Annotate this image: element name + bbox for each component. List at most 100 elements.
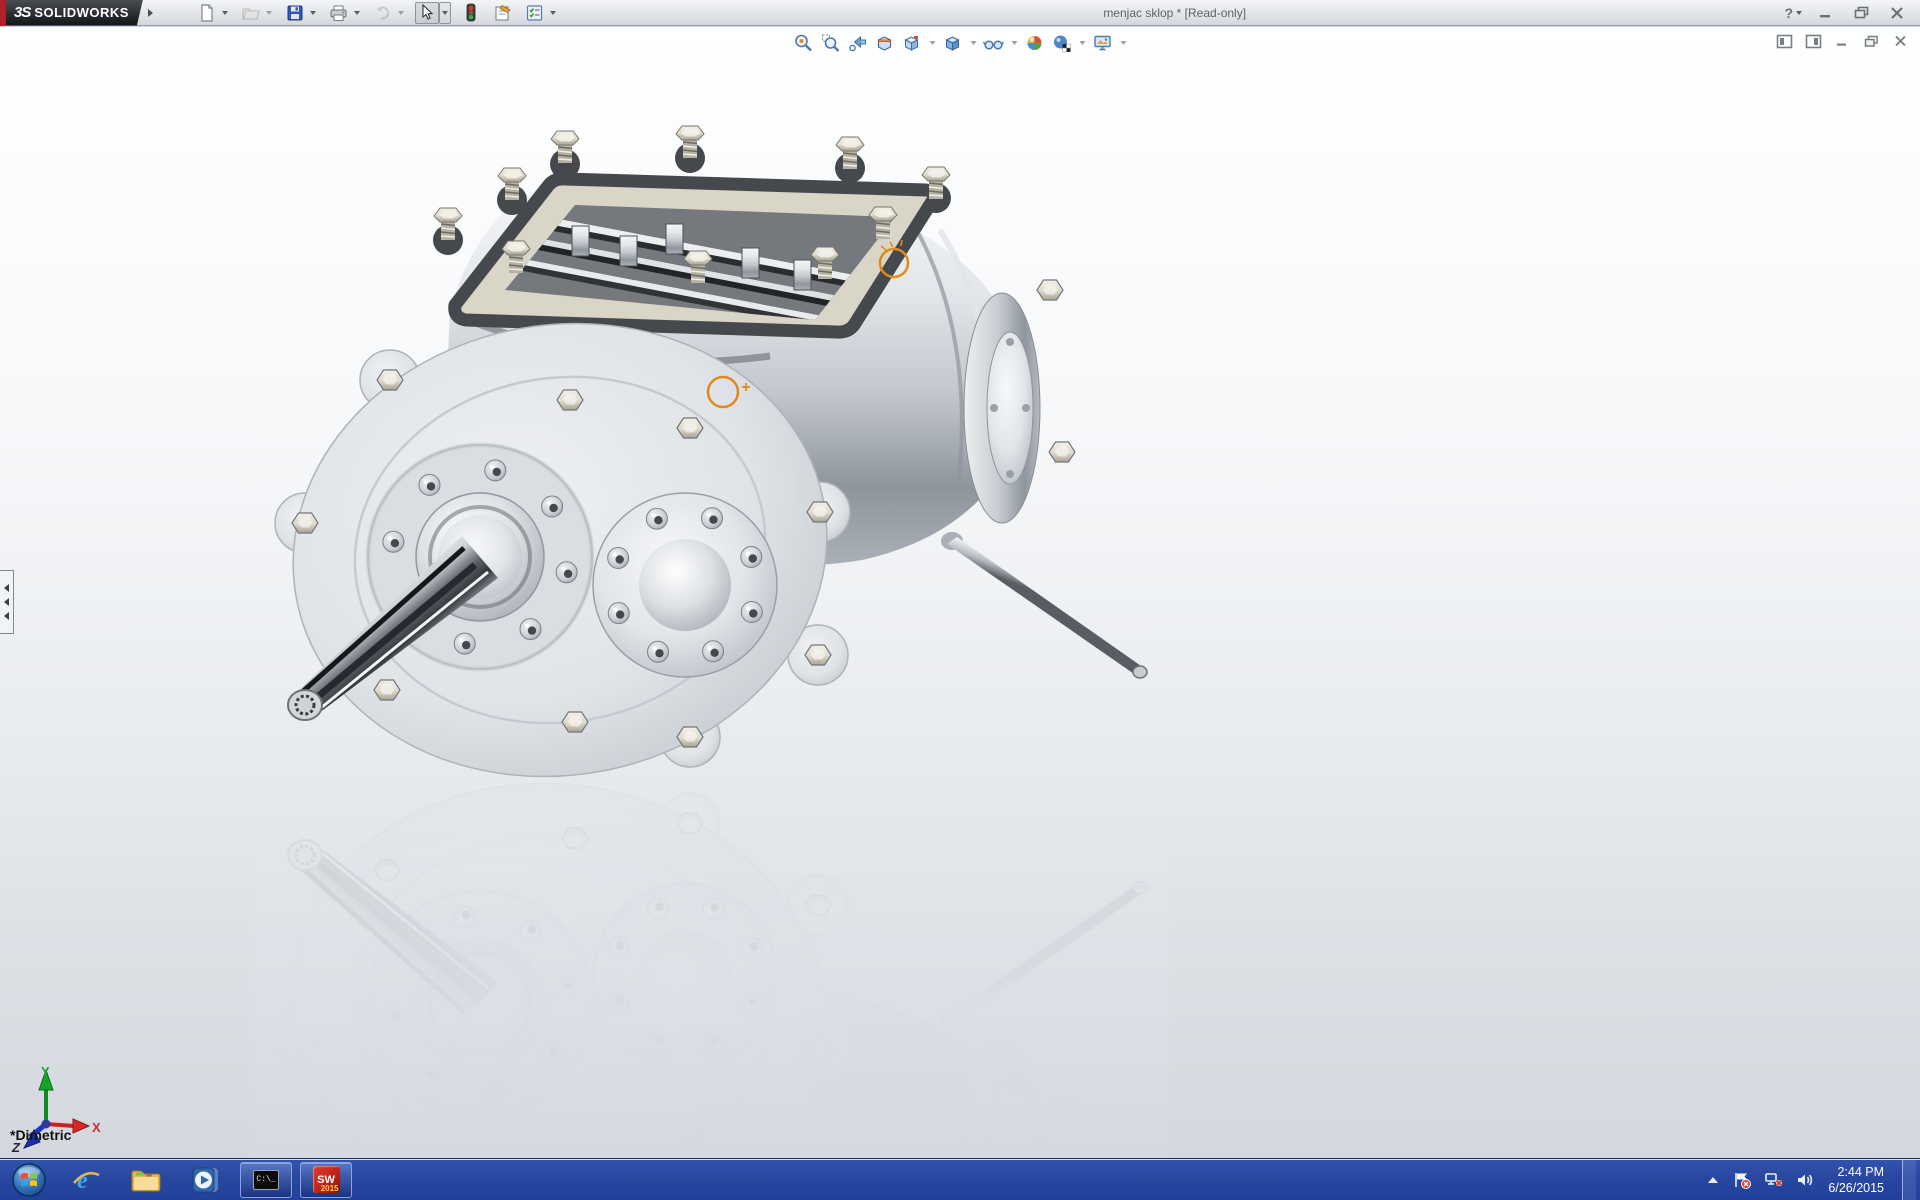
new-document-dropdown[interactable] [219,2,231,24]
minimize-button[interactable] [1812,4,1838,22]
minimize-document-button[interactable] [1832,33,1852,49]
open-button[interactable] [239,2,263,24]
collapse-left-pane-button[interactable] [1774,33,1794,49]
logo-red-accent [0,0,6,26]
collapse-arrow-icon [4,612,9,620]
monitor-icon [1093,33,1113,53]
network-disconnected-icon [1764,1171,1784,1189]
hide-show-items-button[interactable] [982,31,1006,55]
right-bearing-cover[interactable] [593,493,777,677]
action-center-button[interactable] [1732,1171,1752,1189]
print-dropdown[interactable] [351,2,363,24]
headsup-view-toolbar [792,31,1129,55]
minimize-icon [1818,7,1832,19]
triad-y-label: Y [41,1064,50,1079]
view-orientation-dropdown[interactable] [927,31,938,55]
dropdown-arrow-icon [929,41,935,45]
undo-arrow-icon [373,4,392,22]
options-dropdown[interactable] [547,2,559,24]
housing-bolt[interactable] [1037,280,1063,300]
section-view-button[interactable] [873,31,897,55]
taskbar-item-file-explorer[interactable] [120,1162,172,1198]
undo-dropdown[interactable] [395,2,407,24]
solidworks-icon-year: 2015 [321,1184,339,1193]
3d-model-canvas[interactable] [250,120,1170,1180]
zoom-to-area-button[interactable] [819,31,843,55]
help-dropdown-arrow [1796,11,1802,15]
titlebar: 3S SOLIDWORKS [0,0,1920,26]
clock-date: 6/26/2015 [1828,1180,1884,1196]
windows-start-icon [11,1162,47,1198]
taskbar-clock[interactable]: 2:44 PM 6/26/2015 [1828,1164,1890,1196]
save-dropdown[interactable] [307,2,319,24]
edit-appearance-button[interactable] [1023,31,1047,55]
svg-text:e: e [77,1168,88,1194]
select-tool-dropdown[interactable] [439,2,451,24]
close-button[interactable] [1884,4,1910,22]
taskbar-item-solidworks-2015[interactable]: SW 2015 [300,1162,352,1198]
network-status-button[interactable] [1764,1171,1784,1189]
apply-scene-button[interactable] [1050,31,1074,55]
menu-flyout-arrow[interactable] [145,4,157,22]
open-folder-icon [241,4,261,22]
show-desktop-button[interactable] [1902,1159,1916,1200]
featuremanager-flyout-tab[interactable] [0,570,14,634]
rebuild-button[interactable] [459,2,483,24]
close-icon [1890,7,1904,19]
zoom-to-fit-button[interactable] [792,31,816,55]
restore-button[interactable] [1848,4,1874,22]
help-button[interactable]: ? [1784,5,1802,21]
restore-document-icon [1864,35,1879,48]
solidworks-2015-icon: SW 2015 [313,1166,340,1193]
show-hidden-icons-button[interactable] [1706,1175,1720,1185]
command-prompt-icon-text: C:\_ [256,1175,275,1184]
dropdown-arrow-icon [398,11,404,15]
options-checklist-icon [525,4,544,22]
solidworks-logo[interactable]: 3S SOLIDWORKS [6,0,143,26]
view-orientation-button[interactable] [900,31,924,55]
hide-show-items-dropdown[interactable] [1009,31,1020,55]
windows-taskbar: e [0,1158,1920,1200]
command-prompt-icon: C:\_ [253,1170,279,1190]
view-settings-dropdown[interactable] [1118,31,1129,55]
pto-shaft[interactable] [941,532,1147,678]
select-tool-button[interactable] [415,2,439,24]
triad-x-label: X [92,1120,101,1135]
apply-scene-dropdown[interactable] [1077,31,1088,55]
hidden-icons-arrow-icon [1706,1175,1720,1185]
taskbar-item-internet-explorer[interactable]: e [60,1162,112,1198]
volume-button[interactable] [1796,1171,1816,1189]
dropdown-arrow-icon [550,11,556,15]
flyout-arrow-icon [148,9,153,17]
display-style-dropdown[interactable] [968,31,979,55]
save-button[interactable] [283,2,307,24]
solidworks-window: 3S SOLIDWORKS [0,0,1920,1200]
options-button[interactable] [523,2,547,24]
housing-bolt[interactable] [1049,442,1075,462]
top-cover[interactable] [433,126,951,332]
action-center-flag-icon [1732,1171,1752,1189]
taskbar-item-media-player[interactable] [180,1162,232,1198]
print-button[interactable] [327,2,351,24]
new-document-button[interactable] [195,2,219,24]
start-button[interactable] [6,1161,52,1199]
file-properties-button[interactable] [491,2,515,24]
system-tray: 2:44 PM 6/26/2015 [1706,1159,1920,1200]
view-orientation-label: *Dimetric [10,1127,71,1143]
open-dropdown[interactable] [263,2,275,24]
collapse-right-pane-button[interactable] [1803,33,1823,49]
gearbox-assembly[interactable] [257,126,1147,818]
display-style-button[interactable] [941,31,965,55]
graphics-viewport[interactable]: Y X Z *Dimetric [0,27,1920,1158]
standard-toolbar [195,2,565,24]
checker-sphere-icon [1052,33,1072,53]
taskbar-item-command-prompt[interactable]: C:\_ [240,1162,292,1198]
close-document-button[interactable] [1890,33,1910,49]
dropdown-arrow-icon [310,11,316,15]
previous-view-button[interactable] [846,31,870,55]
view-settings-button[interactable] [1091,31,1115,55]
folder-icon [130,1167,162,1193]
undo-button[interactable] [371,2,395,24]
dropdown-arrow-icon [354,11,360,15]
restore-document-button[interactable] [1861,33,1881,49]
